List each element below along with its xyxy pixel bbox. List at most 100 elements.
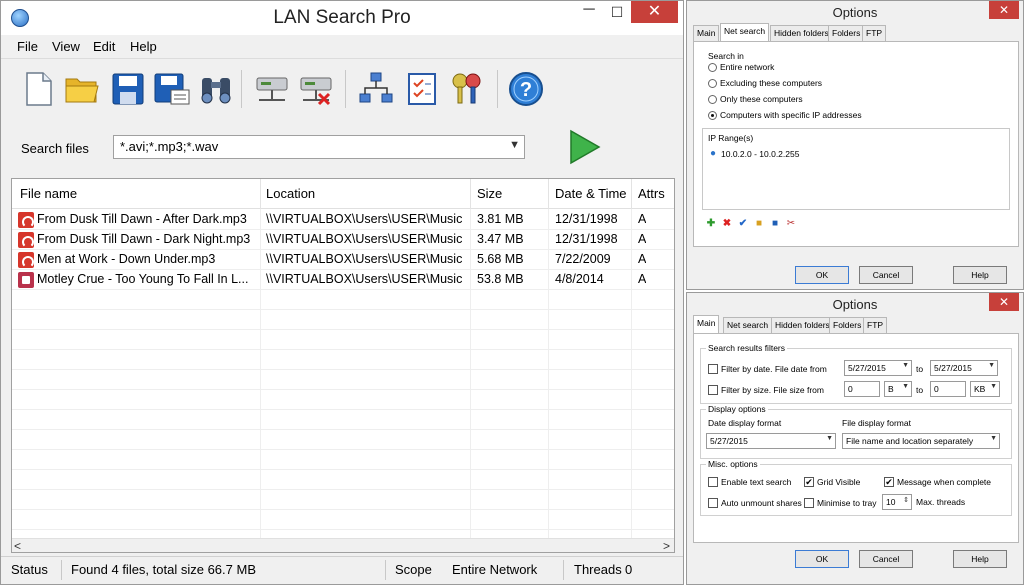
chevron-down-icon[interactable]: ▼ <box>509 139 520 151</box>
col-attrs[interactable]: Attrs <box>638 186 665 201</box>
col-location[interactable]: Location <box>266 186 315 201</box>
size-to-unit[interactable]: KB ▼ <box>970 381 1000 397</box>
grid-line <box>12 509 674 510</box>
tab-hidden-folders[interactable]: Hidden folders <box>770 25 833 41</box>
minimise-tray-checkbox[interactable] <box>804 498 814 508</box>
grid-line <box>12 349 674 350</box>
tab-ftp[interactable]: FTP <box>862 25 887 41</box>
tab-main[interactable]: Main <box>693 25 720 41</box>
tab-main[interactable]: Main <box>693 315 720 333</box>
header-separator[interactable] <box>631 179 632 209</box>
find-binoculars-icon[interactable] <box>197 70 235 108</box>
ip-range-value[interactable]: 10.0.2.0 - 10.0.2.255 <box>721 149 799 159</box>
calendar-dropdown-icon[interactable]: ▼ <box>902 362 909 369</box>
cell-attrs: A <box>638 272 647 286</box>
radio-entire-network[interactable] <box>708 63 717 72</box>
table-row[interactable]: From Dusk Till Dawn - After Dark.mp3 \\V… <box>12 210 674 230</box>
help-button[interactable]: Help <box>953 266 1007 284</box>
save-as-icon[interactable] <box>153 70 191 108</box>
start-search-button[interactable] <box>567 129 601 165</box>
radio-excluding[interactable] <box>708 79 717 88</box>
radio-specific-ip[interactable] <box>708 111 717 120</box>
network-icon[interactable] <box>357 70 395 108</box>
scroll-right-icon[interactable]: > <box>663 539 670 552</box>
date-format-select[interactable]: 5/27/2015 ▼ <box>706 433 836 449</box>
enable-text-search-checkbox[interactable] <box>708 477 718 487</box>
auto-unmount-checkbox[interactable] <box>708 498 718 508</box>
ok-button[interactable]: OK <box>795 550 849 568</box>
clear-icon[interactable]: ✂ <box>786 219 796 229</box>
chevron-down-icon[interactable]: ▼ <box>990 435 997 442</box>
folder-icon[interactable]: ■ <box>754 219 764 229</box>
date-from-field[interactable]: 5/27/2015 ▼ <box>844 360 912 376</box>
tab-folders[interactable]: Folders <box>829 317 866 333</box>
table-row[interactable]: From Dusk Till Dawn - Dark Night.mp3 \\V… <box>12 230 674 250</box>
tab-net-search[interactable]: Net search <box>723 317 773 333</box>
cancel-button[interactable]: Cancel <box>859 266 913 284</box>
column-line <box>631 209 632 540</box>
help-button[interactable]: Help <box>953 550 1007 568</box>
date-to-field[interactable]: 5/27/2015 ▼ <box>930 360 998 376</box>
keys-icon[interactable] <box>447 70 485 108</box>
size-from-field[interactable]: 0 <box>844 381 880 397</box>
col-size[interactable]: Size <box>477 186 502 201</box>
option-label: Only these computers <box>720 94 803 104</box>
ok-button[interactable]: OK <box>795 266 849 284</box>
cell-size: 3.47 MB <box>477 232 524 246</box>
chevron-down-icon[interactable]: ▼ <box>990 383 997 390</box>
close-button[interactable]: ✕ <box>631 1 678 23</box>
save-icon[interactable] <box>109 70 147 108</box>
check-icon[interactable]: ✔ <box>738 219 748 229</box>
grid-line <box>12 309 674 310</box>
menu-view[interactable]: View <box>52 39 80 54</box>
calendar-dropdown-icon[interactable]: ▼ <box>988 362 995 369</box>
chevron-down-icon[interactable]: ▼ <box>902 383 909 390</box>
checklist-icon[interactable] <box>403 70 441 108</box>
tab-folders[interactable]: Folders <box>828 25 865 41</box>
open-folder-icon[interactable] <box>63 70 101 108</box>
header-separator[interactable] <box>470 179 471 209</box>
menu-file[interactable]: File <box>17 39 38 54</box>
tab-net-search[interactable]: Net search <box>720 23 770 41</box>
minimize-button[interactable]: ─ <box>575 1 603 23</box>
table-row[interactable]: Motley Crue - Too Young To Fall In L... … <box>12 270 674 290</box>
menu-help[interactable]: Help <box>130 39 157 54</box>
dialog-close-button[interactable]: ✕ <box>989 1 1019 19</box>
chevron-down-icon[interactable]: ▼ <box>826 435 833 442</box>
horizontal-scrollbar[interactable]: < > <box>12 538 674 552</box>
menu-edit[interactable]: Edit <box>93 39 115 54</box>
add-icon[interactable]: ✚ <box>706 219 716 229</box>
cancel-button[interactable]: Cancel <box>859 550 913 568</box>
tab-ftp[interactable]: FTP <box>863 317 888 333</box>
delete-icon[interactable]: ✖ <box>722 219 732 229</box>
file-format-select[interactable]: File name and location separately ▼ <box>842 433 1000 449</box>
ip-range-list[interactable]: IP Range(s) ● 10.0.2.0 - 10.0.2.255 <box>702 128 1010 210</box>
dialog-close-button[interactable]: ✕ <box>989 293 1019 311</box>
col-file-name[interactable]: File name <box>20 186 77 201</box>
col-date[interactable]: Date & Time <box>555 186 627 201</box>
cell-attrs: A <box>638 252 647 266</box>
grid-visible-checkbox[interactable]: ✔ <box>804 477 814 487</box>
map-drive-icon[interactable] <box>253 70 291 108</box>
size-to-field[interactable]: 0 <box>930 381 966 397</box>
maximize-button[interactable]: ☐ <box>603 1 631 23</box>
search-files-input[interactable]: *.avi;*.mp3;*.wav ▼ <box>113 135 525 159</box>
radio-only-these[interactable] <box>708 95 717 104</box>
filter-date-checkbox[interactable] <box>708 364 718 374</box>
header-separator[interactable] <box>548 179 549 209</box>
table-row[interactable]: Men at Work - Down Under.mp3 \\VIRTUALBO… <box>12 250 674 270</box>
message-complete-checkbox[interactable]: ✔ <box>884 477 894 487</box>
help-icon[interactable]: ? <box>507 70 545 108</box>
threads-stepper[interactable]: 10 ⇕ <box>882 494 912 510</box>
header-separator[interactable] <box>260 179 261 209</box>
save-icon[interactable]: ■ <box>770 219 780 229</box>
results-list: File name Location Size Date & Time Attr… <box>11 178 675 553</box>
spin-icon[interactable]: ⇕ <box>903 496 909 504</box>
size-from-unit[interactable]: B ▼ <box>884 381 912 397</box>
to-label: to <box>916 385 924 395</box>
disconnect-drive-icon[interactable] <box>297 70 335 108</box>
new-file-icon[interactable] <box>19 70 57 108</box>
tab-hidden-folders[interactable]: Hidden folders <box>771 317 834 333</box>
scroll-left-icon[interactable]: < <box>14 539 21 552</box>
filter-size-checkbox[interactable] <box>708 385 718 395</box>
